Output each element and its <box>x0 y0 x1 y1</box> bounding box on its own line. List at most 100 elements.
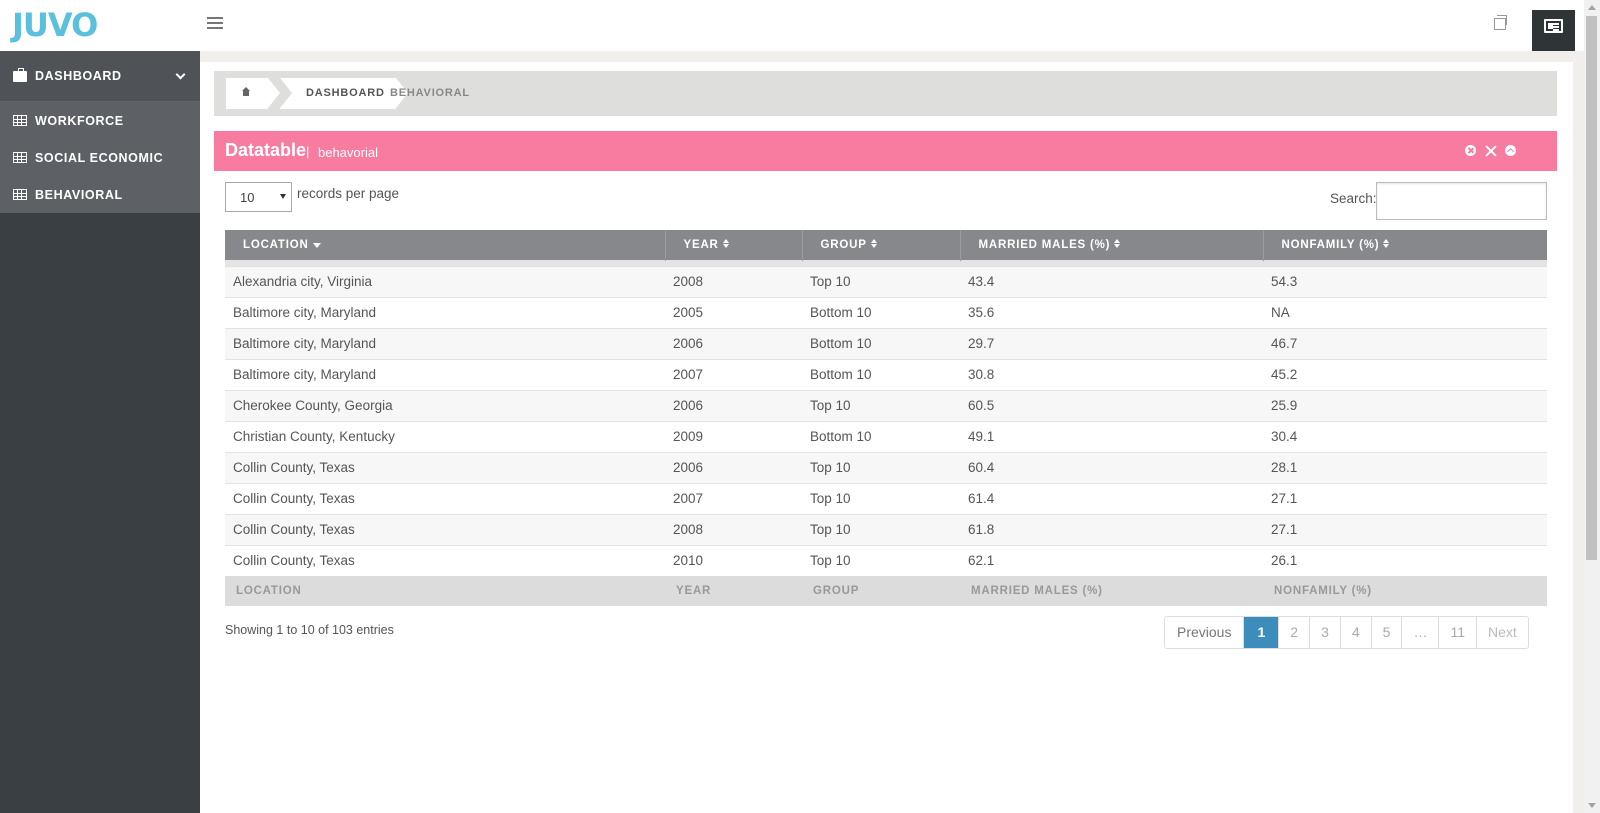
column-header-group[interactable]: GROUP <box>802 230 961 260</box>
datatable-widget: Datatable | behavorial 10 records per pa… <box>214 131 1557 665</box>
table-cell: 2006 <box>665 451 802 483</box>
table-cell: Baltimore city, Maryland <box>225 327 665 359</box>
fullscreen-icon[interactable] <box>1485 145 1496 156</box>
breadcrumb: DASHBOARD BEHAVIORAL <box>214 71 1557 116</box>
sort-icon <box>1383 238 1390 249</box>
table-cell: Cherokee County, Georgia <box>225 389 665 421</box>
page-button-11[interactable]: 11 <box>1439 617 1477 648</box>
column-footer-nonfamily: NONFAMILY (%) <box>1263 576 1547 606</box>
table-cell: Top 10 <box>802 513 960 545</box>
breadcrumb-item-dashboard[interactable]: DASHBOARD <box>280 78 408 109</box>
page-button-5[interactable]: 5 <box>1371 617 1403 648</box>
panel-toggle-button[interactable] <box>1532 10 1575 51</box>
table-cell: 29.7 <box>960 327 1263 359</box>
search-input[interactable] <box>1376 182 1547 220</box>
collapse-icon[interactable] <box>1505 145 1516 156</box>
table-icon <box>13 152 27 163</box>
widget-title-separator: | <box>306 144 310 159</box>
menu-toggle-button[interactable] <box>207 16 225 30</box>
table-cell: 61.4 <box>960 482 1263 514</box>
sidebar-item-label: DASHBOARD <box>35 69 122 83</box>
table-row: Collin County, Texas 2006 Top 10 60.4 28.1 <box>225 451 1547 483</box>
previous-page-button[interactable]: Previous <box>1165 617 1245 648</box>
column-footer-group: GROUP <box>802 576 960 606</box>
table-cell: Collin County, Texas <box>225 482 665 514</box>
table-footer-row: LOCATION YEAR GROUP MARRIED MALES (%) NO… <box>225 576 1547 606</box>
scroll-down-arrow-icon[interactable] <box>1588 803 1596 808</box>
column-header-year[interactable]: YEAR <box>665 230 803 260</box>
window-restore-icon[interactable] <box>1494 15 1507 30</box>
sidebar-item-behavioral[interactable]: BEHAVIORAL <box>0 176 200 213</box>
page-button-1[interactable]: 1 <box>1244 617 1280 648</box>
table-cell: 46.7 <box>1263 327 1547 359</box>
table-cell: Collin County, Texas <box>225 544 665 576</box>
logo[interactable]: JUVO <box>12 6 98 44</box>
table-row: Cherokee County, Georgia 2006 Top 10 60.5 25… <box>225 389 1547 421</box>
data-table: LOCATION YEAR GROUP MARRIED MALES (%) NO… <box>225 230 1547 606</box>
page-button-4[interactable]: 4 <box>1340 617 1372 648</box>
page-length-value: 10 <box>240 190 255 205</box>
table-cell: 61.8 <box>960 513 1263 545</box>
page-button-3[interactable]: 3 <box>1310 617 1341 648</box>
table-cell: 28.1 <box>1263 451 1547 483</box>
pagination: Previous 1 2 3 4 5 … 11 Next <box>1164 616 1529 649</box>
sort-icon <box>1114 238 1121 249</box>
page-ellipsis: … <box>1402 617 1440 648</box>
scrollbar-thumb[interactable] <box>1586 16 1597 560</box>
table-cell: 35.6 <box>960 296 1263 328</box>
table-cell: 60.4 <box>960 451 1263 483</box>
table-cell: Top 10 <box>802 482 960 514</box>
table-cell: 2007 <box>665 482 802 514</box>
table-cell: Baltimore city, Maryland <box>225 358 665 390</box>
table-info: Showing 1 to 10 of 103 entries <box>225 623 394 637</box>
hamburger-line <box>207 22 223 24</box>
search-label: Search: <box>1330 191 1377 206</box>
table-cell: 30.8 <box>960 358 1263 390</box>
column-footer-location: LOCATION <box>225 576 665 606</box>
column-header-label: GROUP <box>820 238 867 251</box>
vertical-scrollbar[interactable] <box>1584 0 1600 813</box>
briefcase-icon <box>13 67 27 82</box>
close-icon[interactable] <box>1465 145 1476 156</box>
chevron-down-icon <box>175 69 186 80</box>
column-header-nonfamily[interactable]: NONFAMILY (%) <box>1263 230 1547 260</box>
page-button-2[interactable]: 2 <box>1279 617 1311 648</box>
table-row: Collin County, Texas 2008 Top 10 61.8 27.1 <box>225 513 1547 545</box>
table-cell: Bottom 10 <box>802 327 960 359</box>
table-row: Baltimore city, Maryland 2006 Bottom 10 29.… <box>225 327 1547 359</box>
table-cell: Alexandria city, Virginia <box>225 265 665 297</box>
table-cell: 2010 <box>665 544 802 576</box>
column-header-location[interactable]: LOCATION <box>225 230 666 260</box>
table-cell: 45.2 <box>1263 358 1547 390</box>
home-icon <box>241 87 251 96</box>
widget-header: Datatable | behavorial <box>214 131 1557 171</box>
table-cell: Collin County, Texas <box>225 451 665 483</box>
page-length-select[interactable]: 10 <box>225 182 292 212</box>
table-header-row: LOCATION YEAR GROUP MARRIED MALES (%) NO… <box>225 230 1547 260</box>
column-footer-year: YEAR <box>665 576 802 606</box>
table-row: Christian County, Kentucky 2009 Bottom 10 4… <box>225 420 1547 452</box>
dropdown-arrow-icon <box>280 194 286 199</box>
table-cell: Top 10 <box>802 389 960 421</box>
sort-desc-icon <box>312 239 321 249</box>
table-cell: 62.1 <box>960 544 1263 576</box>
table-cell: 30.4 <box>1263 420 1547 452</box>
sidebar-item-social-economic[interactable]: SOCIAL ECONOMIC <box>0 139 200 176</box>
table-cell: Top 10 <box>802 544 960 576</box>
table-row: Alexandria city, Virginia 2008 Top 10 43.4 5… <box>225 265 1547 297</box>
breadcrumb-item-current: BEHAVIORAL <box>390 87 470 99</box>
sidebar-item-dashboard[interactable]: DASHBOARD <box>0 51 200 102</box>
widget-subtitle: behavorial <box>318 145 378 160</box>
sidebar: DASHBOARD WORKFORCE SOCIAL ECONOMIC BEHA… <box>0 51 200 213</box>
sidebar-item-workforce[interactable]: WORKFORCE <box>0 102 200 139</box>
widget-title: Datatable <box>225 140 307 160</box>
next-page-button[interactable]: Next <box>1477 617 1528 648</box>
column-footer-married-males: MARRIED MALES (%) <box>960 576 1263 606</box>
table-row: Collin County, Texas 2010 Top 10 62.1 26.1 <box>225 544 1547 576</box>
scroll-up-arrow-icon[interactable] <box>1588 5 1596 10</box>
table-cell: Top 10 <box>802 265 960 297</box>
breadcrumb-home[interactable] <box>226 78 280 109</box>
table-cell: Collin County, Texas <box>225 513 665 545</box>
table-cell: 27.1 <box>1263 513 1547 545</box>
column-header-married-males[interactable]: MARRIED MALES (%) <box>960 230 1264 260</box>
